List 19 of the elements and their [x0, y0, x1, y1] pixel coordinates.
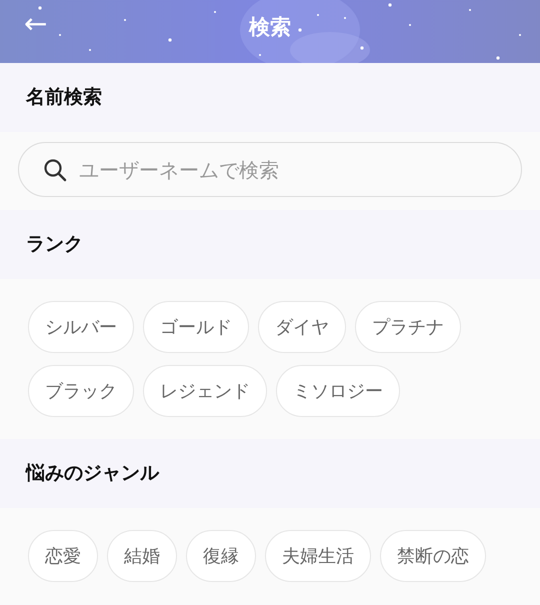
filter-chip[interactable]: レジェンド — [143, 365, 267, 417]
section-heading: ランク — [26, 232, 83, 258]
search-field[interactable]: ユーザーネームで検索 — [18, 142, 522, 197]
filter-chip[interactable]: ブラック — [28, 365, 134, 417]
filter-chip[interactable]: ダイヤ — [258, 301, 346, 353]
filter-chip[interactable]: 夫婦生活 — [265, 530, 371, 582]
filter-chip[interactable]: 恋愛 — [28, 530, 98, 582]
filter-chip[interactable]: シルバー — [28, 301, 134, 353]
search-icon — [43, 158, 67, 182]
page-title: 検索 — [249, 14, 291, 41]
filter-chip[interactable]: ミソロジー — [276, 365, 400, 417]
filter-chip[interactable]: 禁断の恋 — [380, 530, 486, 582]
back-button[interactable]: ← — [20, 8, 52, 40]
filter-chip[interactable]: プラチナ — [355, 301, 461, 353]
filter-chip[interactable]: ゴールド — [143, 301, 249, 353]
filter-chip[interactable]: 結婚 — [107, 530, 177, 582]
section-heading: 悩みのジャンル — [26, 461, 159, 486]
filter-chip[interactable]: 復縁 — [186, 530, 256, 582]
section-heading: 名前検索 — [26, 85, 102, 110]
